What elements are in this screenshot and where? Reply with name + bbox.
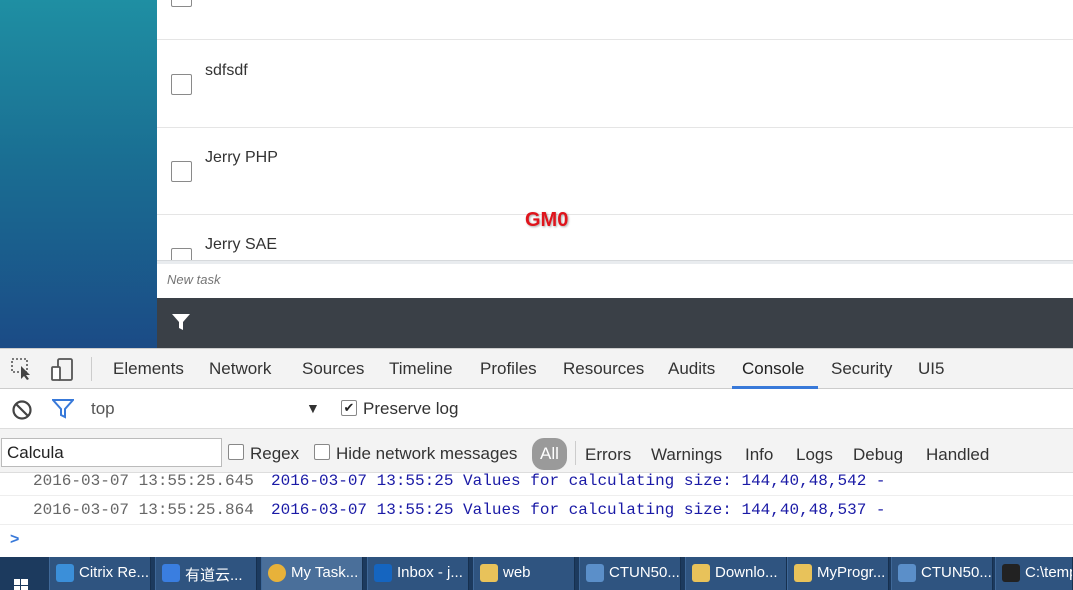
level-all-button[interactable]: All — [532, 438, 567, 470]
list-item: Jerry PHP — [157, 128, 1073, 215]
task-label: sdfsdf — [205, 62, 248, 79]
remote-desktop-icon — [586, 564, 604, 582]
cmd-icon — [1002, 564, 1020, 582]
preserve-log-label: Preserve log — [363, 399, 459, 418]
taskbar-item-youdao[interactable]: 有道云... — [155, 557, 257, 590]
device-mode-icon[interactable] — [50, 358, 74, 387]
app-footer-toolbar — [157, 298, 1073, 348]
divider — [575, 441, 576, 465]
hide-network-label: Hide network messages — [336, 444, 518, 463]
list-item: Jerry SAE — [157, 215, 1073, 261]
log-message: 2016-03-07 13:55:25 Values for calculati… — [271, 501, 886, 519]
task-label: Jerry PHP — [205, 149, 278, 166]
outlook-icon — [374, 564, 392, 582]
filter-input[interactable] — [1, 438, 222, 467]
level-errors-button[interactable]: Errors — [585, 445, 631, 465]
tab-sources[interactable]: Sources — [302, 359, 364, 379]
preserve-log-checkbox[interactable]: ✔ — [341, 400, 357, 416]
taskbar-item-outlook[interactable]: Inbox - j... — [367, 557, 469, 590]
folder-icon — [794, 564, 812, 582]
tab-elements[interactable]: Elements — [113, 359, 184, 379]
watermark-label: GM0 — [525, 209, 569, 231]
youdao-icon — [162, 564, 180, 582]
level-debug-button[interactable]: Debug — [853, 445, 903, 465]
tab-resources[interactable]: Resources — [563, 359, 644, 379]
tab-audits[interactable]: Audits — [668, 359, 715, 379]
console-log-line: 2016-03-07 13:55:25.645 2016-03-07 13:55… — [0, 473, 1073, 496]
chrome-icon — [268, 564, 286, 582]
taskbar-item-cmd[interactable]: C:\temp — [995, 557, 1073, 590]
context-selector[interactable]: top — [91, 399, 115, 419]
taskbar-item-downloads[interactable]: Downlo... — [685, 557, 787, 590]
console-prompt-icon[interactable]: > — [10, 531, 19, 549]
windows-logo-icon — [14, 579, 28, 590]
filter-icon[interactable] — [50, 399, 76, 424]
level-info-button[interactable]: Info — [745, 445, 773, 465]
level-logs-button[interactable]: Logs — [796, 445, 833, 465]
taskbar-item-citrix[interactable]: Citrix Re... — [49, 557, 151, 590]
task-checkbox[interactable] — [171, 74, 192, 95]
divider — [91, 357, 92, 381]
task-label: Jerry SAE — [205, 236, 278, 253]
log-timestamp: 2016-03-07 13:55:25.864 — [33, 501, 254, 519]
app-sidebar-background — [0, 0, 157, 348]
tab-console[interactable]: Console — [742, 359, 804, 379]
level-handled-button[interactable]: Handled — [926, 445, 989, 465]
folder-icon — [480, 564, 498, 582]
log-message: 2016-03-07 13:55:25 Values for calculati… — [271, 473, 886, 490]
taskbar-item-web-folder[interactable]: web — [473, 557, 575, 590]
app-main: sdfsdf Jerry PHP Jerry SAE GM0 — [157, 0, 1073, 348]
tab-network[interactable]: Network — [209, 359, 271, 379]
list-item: sdfsdf — [157, 41, 1073, 128]
tab-ui5[interactable]: UI5 — [918, 359, 944, 379]
console-output: 2016-03-07 13:55:25.645 2016-03-07 13:55… — [0, 473, 1073, 557]
tab-security[interactable]: Security — [831, 359, 892, 379]
task-list: sdfsdf Jerry PHP Jerry SAE GM0 — [157, 0, 1073, 261]
ie-icon — [56, 564, 74, 582]
regex-checkbox[interactable] — [228, 444, 244, 460]
hide-network-checkbox[interactable] — [314, 444, 330, 460]
regex-label: Regex — [250, 444, 300, 463]
remote-desktop-icon — [898, 564, 916, 582]
list-item — [157, 0, 1073, 40]
tab-timeline[interactable]: Timeline — [389, 359, 453, 379]
console-log-line: 2016-03-07 13:55:25.864 2016-03-07 13:55… — [0, 497, 1073, 525]
folder-icon — [692, 564, 710, 582]
new-task-input[interactable] — [167, 272, 1047, 287]
console-filter-bar: Regex Hide network messages All Errors W… — [0, 429, 1073, 473]
taskbar-item-chrome[interactable]: My Task... — [261, 557, 363, 590]
dropdown-arrow-icon[interactable]: ▼ — [306, 400, 320, 416]
inspect-element-icon[interactable] — [11, 358, 35, 385]
new-task-bar — [157, 264, 1073, 298]
task-checkbox[interactable] — [171, 161, 192, 182]
taskbar-item-ctun50[interactable]: CTUN50... — [579, 557, 681, 590]
console-toolbar: top ▼ ✔ Preserve log — [0, 389, 1073, 429]
taskbar: Citrix Re... 有道云... My Task... Inbox - j… — [0, 557, 1073, 590]
start-button[interactable] — [0, 557, 48, 590]
taskbar-item-ctun50-2[interactable]: CTUN50... — [891, 557, 993, 590]
level-warnings-button[interactable]: Warnings — [651, 445, 722, 465]
taskbar-item-myprograms[interactable]: MyProgr... — [787, 557, 889, 590]
clear-console-icon[interactable] — [11, 399, 33, 426]
devtools-tab-bar: Elements Network Sources Timeline Profil… — [0, 348, 1073, 389]
filter-funnel-icon[interactable] — [171, 312, 191, 337]
task-checkbox[interactable] — [171, 0, 192, 7]
tab-profiles[interactable]: Profiles — [480, 359, 537, 379]
log-timestamp: 2016-03-07 13:55:25.645 — [33, 473, 254, 490]
